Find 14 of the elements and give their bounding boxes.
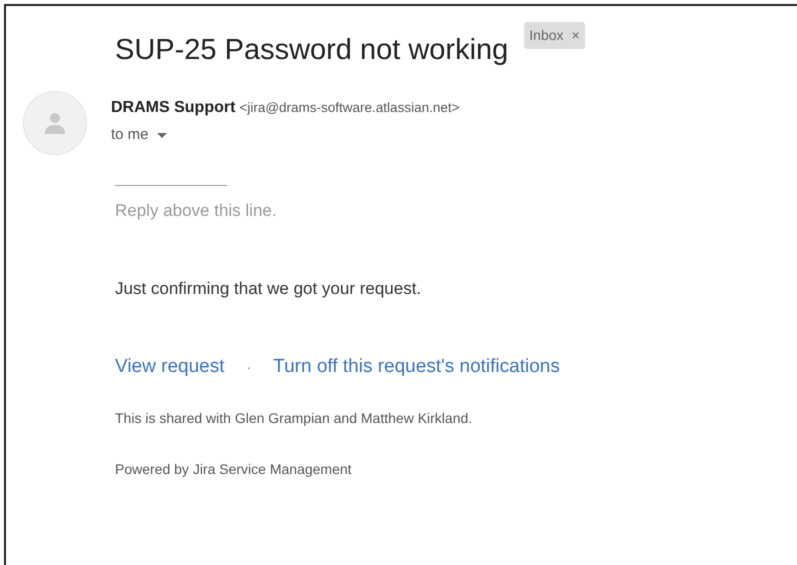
email-subject: SUP-25 Password not working: [115, 33, 508, 65]
footer-text: Powered by Jira Service Management: [115, 460, 353, 479]
recipient-text: to me: [111, 125, 149, 145]
dropdown-caret-icon[interactable]: [156, 132, 167, 138]
separator-dot: ·: [246, 358, 252, 377]
reply-hint: Reply above this line.: [115, 200, 278, 222]
sender-name: DRAMS Support: [111, 98, 236, 118]
message-text: Just confirming that we got your request.: [115, 278, 422, 300]
person-icon: [44, 111, 66, 135]
request-link[interactable]: Turn off this request's notifications: [273, 353, 560, 382]
inbox-label[interactable]: Inbox ×: [524, 22, 585, 49]
shared-note: This is shared with Glen Grampian and Matthew Kirkland.: [115, 408, 474, 428]
request-link[interactable]: View request: [115, 353, 224, 382]
sender-email: <jira@drams-software.atlassian.net>: [239, 99, 460, 117]
